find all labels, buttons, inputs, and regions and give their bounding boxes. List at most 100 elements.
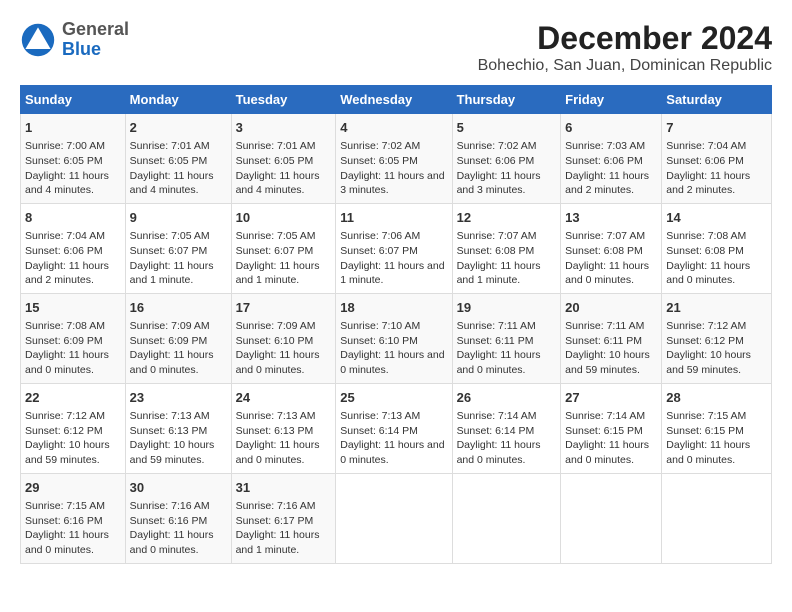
daylight: Daylight: 11 hours and 0 minutes.: [666, 439, 750, 466]
sunrise: Sunrise: 7:15 AM: [666, 410, 746, 422]
day-number: 28: [666, 389, 767, 407]
daylight: Daylight: 11 hours and 1 minute.: [236, 260, 320, 287]
daylight: Daylight: 11 hours and 4 minutes.: [25, 170, 109, 197]
column-header-thursday: Thursday: [452, 86, 561, 114]
calendar-cell: 29Sunrise: 7:15 AMSunset: 6:16 PMDayligh…: [21, 473, 126, 563]
day-number: 24: [236, 389, 332, 407]
sunrise: Sunrise: 7:01 AM: [130, 140, 210, 152]
sunset: Sunset: 6:16 PM: [25, 515, 103, 527]
calendar-cell: [336, 473, 452, 563]
calendar-cell: 22Sunrise: 7:12 AMSunset: 6:12 PMDayligh…: [21, 383, 126, 473]
daylight: Daylight: 11 hours and 1 minute.: [340, 260, 444, 287]
sunrise: Sunrise: 7:08 AM: [666, 230, 746, 242]
page-header: General Blue December 2024 Bohechio, San…: [20, 20, 772, 75]
daylight: Daylight: 11 hours and 0 minutes.: [130, 529, 214, 556]
day-number: 19: [457, 299, 557, 317]
calendar-cell: 20Sunrise: 7:11 AMSunset: 6:11 PMDayligh…: [561, 293, 662, 383]
calendar-cell: 12Sunrise: 7:07 AMSunset: 6:08 PMDayligh…: [452, 203, 561, 293]
calendar-cell: 30Sunrise: 7:16 AMSunset: 6:16 PMDayligh…: [125, 473, 231, 563]
day-number: 13: [565, 209, 657, 227]
logo-text: General Blue: [62, 20, 129, 60]
day-number: 2: [130, 119, 227, 137]
daylight: Daylight: 11 hours and 0 minutes.: [565, 260, 649, 287]
daylight: Daylight: 11 hours and 4 minutes.: [130, 170, 214, 197]
daylight: Daylight: 11 hours and 3 minutes.: [340, 170, 444, 197]
calendar-cell: 4Sunrise: 7:02 AMSunset: 6:05 PMDaylight…: [336, 114, 452, 204]
sunrise: Sunrise: 7:13 AM: [236, 410, 316, 422]
day-number: 25: [340, 389, 447, 407]
calendar-cell: [452, 473, 561, 563]
daylight: Daylight: 11 hours and 0 minutes.: [236, 349, 320, 376]
sunrise: Sunrise: 7:14 AM: [457, 410, 537, 422]
sunset: Sunset: 6:11 PM: [565, 335, 642, 347]
calendar-cell: [662, 473, 772, 563]
calendar-week-row: 8Sunrise: 7:04 AMSunset: 6:06 PMDaylight…: [21, 203, 772, 293]
daylight: Daylight: 11 hours and 4 minutes.: [236, 170, 320, 197]
day-number: 1: [25, 119, 121, 137]
day-number: 11: [340, 209, 447, 227]
daylight: Daylight: 11 hours and 0 minutes.: [457, 349, 541, 376]
sunrise: Sunrise: 7:13 AM: [340, 410, 420, 422]
daylight: Daylight: 10 hours and 59 minutes.: [666, 349, 751, 376]
logo: General Blue: [20, 20, 129, 60]
sunset: Sunset: 6:08 PM: [666, 245, 744, 257]
sunset: Sunset: 6:14 PM: [340, 425, 418, 437]
column-header-sunday: Sunday: [21, 86, 126, 114]
sunset: Sunset: 6:10 PM: [340, 335, 418, 347]
sunrise: Sunrise: 7:13 AM: [130, 410, 210, 422]
day-number: 16: [130, 299, 227, 317]
sunrise: Sunrise: 7:03 AM: [565, 140, 645, 152]
sunrise: Sunrise: 7:04 AM: [25, 230, 105, 242]
daylight: Daylight: 11 hours and 0 minutes.: [236, 439, 320, 466]
calendar-cell: 19Sunrise: 7:11 AMSunset: 6:11 PMDayligh…: [452, 293, 561, 383]
sunset: Sunset: 6:15 PM: [565, 425, 643, 437]
day-number: 26: [457, 389, 557, 407]
calendar-cell: 7Sunrise: 7:04 AMSunset: 6:06 PMDaylight…: [662, 114, 772, 204]
sunrise: Sunrise: 7:10 AM: [340, 320, 420, 332]
daylight: Daylight: 11 hours and 0 minutes.: [457, 439, 541, 466]
calendar-cell: 17Sunrise: 7:09 AMSunset: 6:10 PMDayligh…: [231, 293, 336, 383]
day-number: 29: [25, 479, 121, 497]
sunset: Sunset: 6:05 PM: [130, 155, 208, 167]
sunset: Sunset: 6:07 PM: [236, 245, 314, 257]
day-number: 18: [340, 299, 447, 317]
calendar-cell: 23Sunrise: 7:13 AMSunset: 6:13 PMDayligh…: [125, 383, 231, 473]
day-number: 14: [666, 209, 767, 227]
sunset: Sunset: 6:09 PM: [130, 335, 208, 347]
calendar-cell: 18Sunrise: 7:10 AMSunset: 6:10 PMDayligh…: [336, 293, 452, 383]
day-number: 31: [236, 479, 332, 497]
calendar-cell: 27Sunrise: 7:14 AMSunset: 6:15 PMDayligh…: [561, 383, 662, 473]
calendar-cell: 8Sunrise: 7:04 AMSunset: 6:06 PMDaylight…: [21, 203, 126, 293]
sunset: Sunset: 6:16 PM: [130, 515, 208, 527]
column-header-tuesday: Tuesday: [231, 86, 336, 114]
calendar-cell: 16Sunrise: 7:09 AMSunset: 6:09 PMDayligh…: [125, 293, 231, 383]
sunset: Sunset: 6:12 PM: [25, 425, 103, 437]
page-title: December 2024: [478, 20, 772, 57]
page-subtitle: Bohechio, San Juan, Dominican Republic: [478, 57, 772, 75]
sunrise: Sunrise: 7:02 AM: [457, 140, 537, 152]
calendar-cell: 3Sunrise: 7:01 AMSunset: 6:05 PMDaylight…: [231, 114, 336, 204]
daylight: Daylight: 11 hours and 2 minutes.: [666, 170, 750, 197]
day-number: 22: [25, 389, 121, 407]
calendar-cell: 14Sunrise: 7:08 AMSunset: 6:08 PMDayligh…: [662, 203, 772, 293]
day-number: 9: [130, 209, 227, 227]
daylight: Daylight: 11 hours and 0 minutes.: [25, 349, 109, 376]
column-header-monday: Monday: [125, 86, 231, 114]
sunset: Sunset: 6:06 PM: [565, 155, 643, 167]
day-number: 17: [236, 299, 332, 317]
sunrise: Sunrise: 7:00 AM: [25, 140, 105, 152]
sunset: Sunset: 6:11 PM: [457, 335, 534, 347]
daylight: Daylight: 11 hours and 0 minutes.: [340, 439, 444, 466]
calendar-cell: 10Sunrise: 7:05 AMSunset: 6:07 PMDayligh…: [231, 203, 336, 293]
column-header-saturday: Saturday: [662, 86, 772, 114]
sunset: Sunset: 6:08 PM: [457, 245, 535, 257]
title-block: December 2024 Bohechio, San Juan, Domini…: [478, 20, 772, 75]
daylight: Daylight: 10 hours and 59 minutes.: [25, 439, 110, 466]
column-header-friday: Friday: [561, 86, 662, 114]
day-number: 23: [130, 389, 227, 407]
day-number: 30: [130, 479, 227, 497]
day-number: 10: [236, 209, 332, 227]
day-number: 15: [25, 299, 121, 317]
sunrise: Sunrise: 7:07 AM: [565, 230, 645, 242]
calendar-cell: 28Sunrise: 7:15 AMSunset: 6:15 PMDayligh…: [662, 383, 772, 473]
